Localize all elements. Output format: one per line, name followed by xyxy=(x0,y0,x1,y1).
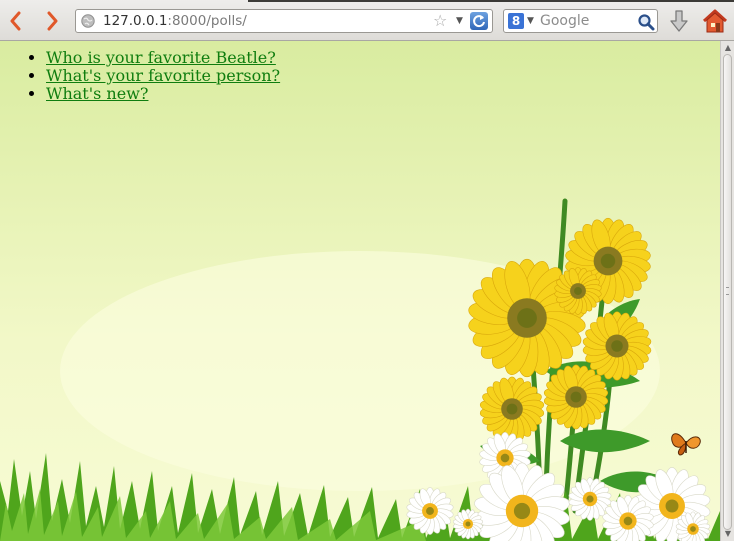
reload-button[interactable] xyxy=(470,12,488,30)
back-arrow-icon xyxy=(10,11,21,31)
search-engine-dropdown-icon[interactable]: ▼ xyxy=(527,14,534,28)
poll-link[interactable]: What's new? xyxy=(46,84,148,103)
scroll-down-arrow-icon[interactable]: ▼ xyxy=(722,528,734,540)
bookmark-star-icon[interactable]: ☆ xyxy=(433,12,447,30)
background-illustration xyxy=(0,198,720,541)
reload-icon xyxy=(473,15,485,28)
url-history-dropdown-icon[interactable]: ▼ xyxy=(456,14,463,28)
list-item: What's your favorite person? xyxy=(46,67,280,85)
poll-link[interactable]: Who is your favorite Beatle? xyxy=(46,48,276,67)
url-path: :8000/polls/ xyxy=(167,13,247,29)
back-button[interactable] xyxy=(4,9,28,33)
address-bar[interactable]: 127.0.0.1:8000/polls/ ☆ ▼ xyxy=(75,9,493,33)
list-item: Who is your favorite Beatle? xyxy=(46,49,280,67)
tab-strip-edge xyxy=(248,0,734,2)
page-viewport: Who is your favorite Beatle? What's your… xyxy=(0,41,720,541)
vertical-scrollbar[interactable]: ▲ ▼ xyxy=(720,41,734,541)
scroll-up-arrow-icon[interactable]: ▲ xyxy=(722,42,734,54)
google-icon[interactable]: 8 xyxy=(508,13,524,29)
scroll-thumb[interactable] xyxy=(723,54,732,530)
scroll-grip xyxy=(726,287,729,295)
poll-list: Who is your favorite Beatle? What's your… xyxy=(0,41,280,103)
url-host: 127.0.0.1 xyxy=(103,13,168,29)
list-item: What's new? xyxy=(46,85,280,103)
forward-arrow-icon xyxy=(47,11,58,31)
home-icon[interactable] xyxy=(702,8,728,34)
search-icon[interactable] xyxy=(637,13,655,31)
globe-icon xyxy=(81,14,95,28)
url-text: 127.0.0.1:8000/polls/ xyxy=(103,13,247,29)
butterfly xyxy=(671,433,701,456)
download-icon[interactable] xyxy=(668,9,690,33)
poll-link[interactable]: What's your favorite person? xyxy=(46,66,280,85)
browser-toolbar: 127.0.0.1:8000/polls/ ☆ ▼ 8 ▼ xyxy=(0,0,734,41)
search-input[interactable] xyxy=(540,11,636,31)
search-bar[interactable]: 8 ▼ xyxy=(503,9,658,33)
forward-button[interactable] xyxy=(40,9,64,33)
